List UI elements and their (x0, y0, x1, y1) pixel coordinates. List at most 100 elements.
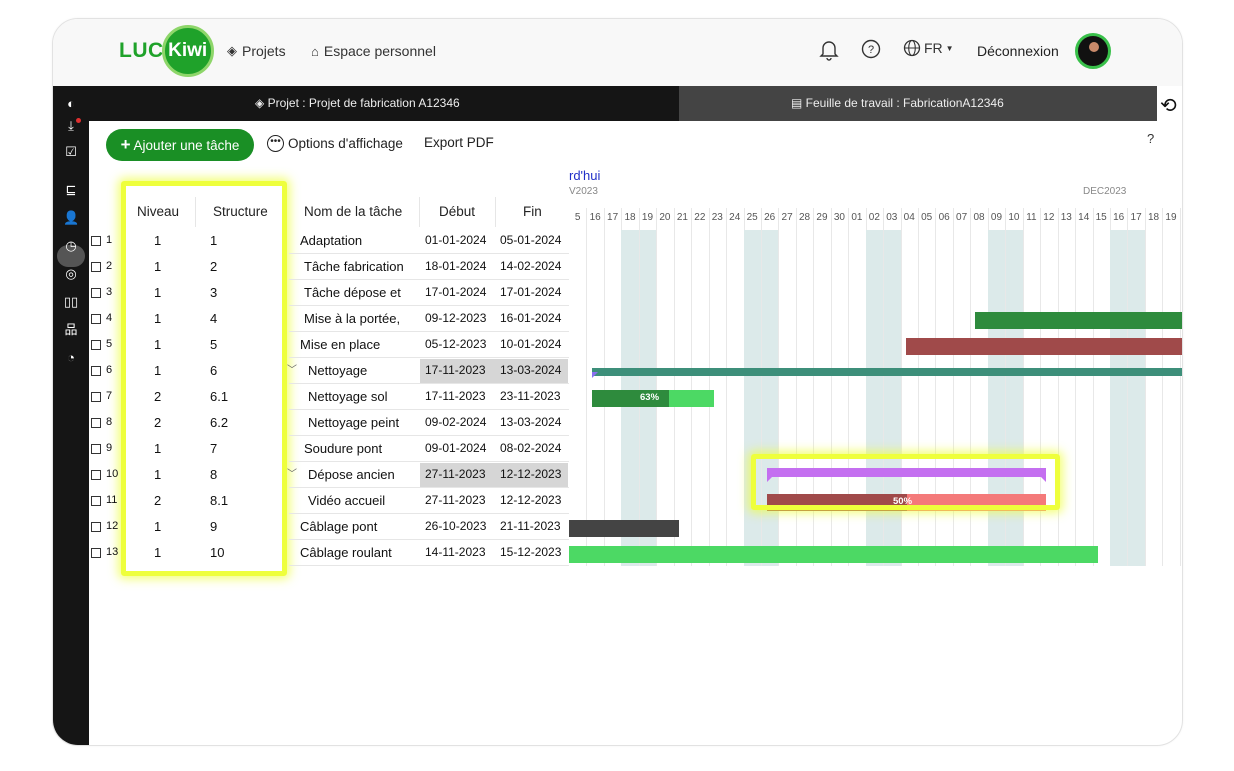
row-task-name[interactable]: Câblage roulant (300, 545, 392, 560)
help-question-mark[interactable]: ? (1147, 131, 1154, 146)
row-end-date: 12-12-2023 (500, 467, 562, 481)
day-divider (1092, 208, 1094, 566)
target-icon[interactable]: ◎ (63, 266, 79, 282)
row-task-name[interactable]: Mise en place (300, 337, 380, 352)
gantt-bar-task-12[interactable] (569, 520, 679, 537)
row-checkbox[interactable] (91, 548, 101, 558)
display-options-label: Options d'affichage (288, 136, 403, 151)
row-task-name[interactable]: Dépose ancien (308, 467, 395, 482)
gantt-bar-task-6[interactable] (592, 368, 1182, 376)
day-number: 17 (1130, 212, 1142, 223)
bell-button[interactable] (819, 39, 839, 61)
row-level: 1 (154, 285, 162, 300)
table-row[interactable]: 5 1 5 Mise en place 05-12-2023 10-01-2024 (89, 332, 569, 358)
table-row[interactable]: 12 1 9 Câblage pont 26-10-2023 21-11-2023 (89, 514, 569, 540)
help-button[interactable]: ? (861, 39, 881, 59)
org-chart-icon[interactable]: 品 (63, 322, 79, 338)
row-checkbox[interactable] (91, 470, 101, 480)
language-selector[interactable]: FR ▼ (903, 39, 954, 57)
table-row[interactable]: 4 1 4 Mise à la portée, 09-12-2023 16-01-2024 (89, 306, 569, 332)
day-divider (883, 208, 885, 566)
export-pdf-button[interactable]: Export PDF (424, 135, 494, 150)
row-task-name[interactable]: Tâche fabrication (304, 259, 404, 274)
table-row[interactable]: 3 1 3 Tâche dépose et 17-01-2024 17-01-2024 (89, 280, 569, 306)
gantt-bar-task-13[interactable] (569, 546, 1098, 563)
row-checkbox[interactable] (91, 314, 101, 324)
row-start-date: 27-11-2023 (425, 467, 486, 481)
row-structure: 6 (210, 363, 218, 378)
row-checkbox[interactable] (91, 262, 101, 272)
row-task-name[interactable]: Câblage pont (300, 519, 377, 534)
row-number: 1 (106, 234, 113, 246)
row-task-name[interactable]: Nettoyage sol (308, 389, 388, 404)
row-task-name[interactable]: Tâche dépose et (304, 285, 401, 300)
row-checkbox[interactable] (91, 392, 101, 402)
gantt-bar-task-7[interactable]: 63% (592, 390, 714, 407)
checkbox-icon[interactable]: ☑ (63, 144, 79, 160)
nav-personal-space-link[interactable]: ⌂ Espace personnel (311, 43, 436, 59)
day-number: 11 (1026, 212, 1037, 223)
chevron-down-icon[interactable]: ﹀ (287, 361, 297, 376)
header-task-name[interactable]: Nom de la tâche (304, 197, 402, 227)
user-avatar[interactable] (1075, 33, 1111, 69)
header-end[interactable]: Fin (523, 197, 542, 227)
gantt-bar-task-5[interactable] (906, 338, 1182, 355)
users-icon[interactable]: 👤 (63, 210, 79, 226)
row-number: 10 (106, 468, 119, 480)
breadcrumb-project[interactable]: ◈ Projet : Projet de fabrication A12346 (89, 86, 696, 121)
row-checkbox[interactable] (91, 236, 101, 246)
day-divider (656, 208, 658, 566)
row-task-name[interactable]: Nettoyage (308, 363, 367, 378)
month-label-right: DEC2023 (1083, 186, 1127, 197)
gantt-chart-icon[interactable]: ⊑ (63, 182, 79, 198)
kanban-icon[interactable]: ▯▯ (63, 294, 79, 310)
table-row[interactable]: 6 1 6 ﹀ Nettoyage 17-11-2023 13-03-2024 (89, 358, 569, 384)
row-task-name[interactable]: Nettoyage peint (308, 415, 399, 430)
row-end-date: 16-01-2024 (500, 311, 562, 325)
table-row[interactable]: 8 2 6.2 Nettoyage peint 09-02-2024 13-03-2024 (89, 410, 569, 436)
row-end-date: 10-01-2024 (500, 337, 562, 351)
row-checkbox[interactable] (91, 288, 101, 298)
table-row[interactable]: 13 1 10 Câblage roulant 14-11-2023 15-12-2023 (89, 540, 569, 566)
row-checkbox[interactable] (91, 366, 101, 376)
add-task-button[interactable]: + Ajouter une tâche (106, 129, 254, 161)
row-number: 2 (106, 260, 113, 272)
row-level: 1 (154, 311, 162, 326)
table-row[interactable]: 1 1 1 Adaptation 01-01-2024 05-01-2024 (89, 228, 569, 254)
day-number: 18 (624, 212, 636, 223)
row-checkbox[interactable] (91, 418, 101, 428)
row-checkbox[interactable] (91, 444, 101, 454)
table-row[interactable]: 7 2 6.1 Nettoyage sol 17-11-2023 23-11-2023 (89, 384, 569, 410)
speedometer-icon[interactable]: ◔ (63, 350, 79, 366)
row-checkbox[interactable] (91, 340, 101, 350)
day-number: 20 (659, 212, 671, 223)
row-task-name[interactable]: Adaptation (300, 233, 362, 248)
table-row[interactable]: 9 1 7 Soudure pont 09-01-2024 08-02-2024 (89, 436, 569, 462)
breadcrumb-worksheet[interactable]: ▤ Feuille de travail : FabricationA12346 (679, 86, 1157, 121)
row-start-date: 09-12-2023 (425, 311, 487, 325)
table-row[interactable]: 10 1 8 ﹀ Dépose ancien 27-11-2023 12-12-2023 (89, 462, 569, 488)
header-divider (495, 197, 496, 227)
history-icon[interactable]: ⟲ (1160, 93, 1177, 118)
table-row[interactable]: 2 1 2 Tâche fabrication 18-01-2024 14-02-2024 (89, 254, 569, 280)
logout-link[interactable]: Déconnexion (977, 43, 1059, 59)
day-number: 22 (694, 212, 706, 223)
row-divider (289, 565, 569, 566)
gantt-bar-task-4[interactable] (975, 312, 1182, 329)
chevron-down-icon[interactable]: ﹀ (287, 465, 297, 480)
display-options-button[interactable]: ••• Options d'affichage (267, 135, 403, 152)
row-task-name[interactable]: Mise à la portée, (304, 311, 400, 326)
row-level: 1 (154, 259, 162, 274)
row-task-name[interactable]: Vidéo accueil (308, 493, 385, 508)
luckiwi-logo[interactable]: LUC Kiwi (119, 25, 214, 77)
row-start-date: 14-11-2023 (425, 545, 486, 559)
row-checkbox[interactable] (91, 522, 101, 532)
row-task-name[interactable]: Soudure pont (304, 441, 382, 456)
clock-icon[interactable]: ◷ (63, 238, 79, 254)
nav-projects-link[interactable]: ◈ Projets (227, 43, 286, 59)
row-checkbox[interactable] (91, 496, 101, 506)
dashboard-gauge-icon[interactable]: ◐ (63, 96, 79, 112)
header-start[interactable]: Début (439, 197, 475, 227)
table-row[interactable]: 11 2 8.1 Vidéo accueil 27-11-2023 12-12-2023 (89, 488, 569, 514)
row-end-date: 15-12-2023 (500, 545, 562, 559)
